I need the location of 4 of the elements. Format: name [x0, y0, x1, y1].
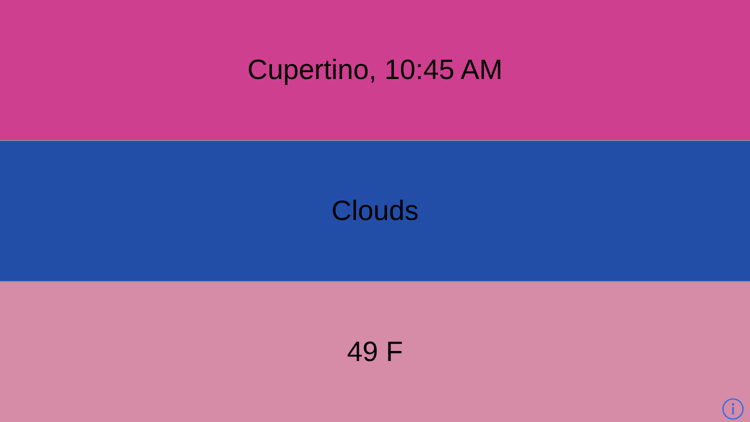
band-text: Cupertino, 10:45 AM [247, 54, 503, 86]
band-text: Clouds [331, 195, 419, 227]
band-text: 49 F [346, 336, 404, 368]
info-icon[interactable] [722, 398, 744, 420]
